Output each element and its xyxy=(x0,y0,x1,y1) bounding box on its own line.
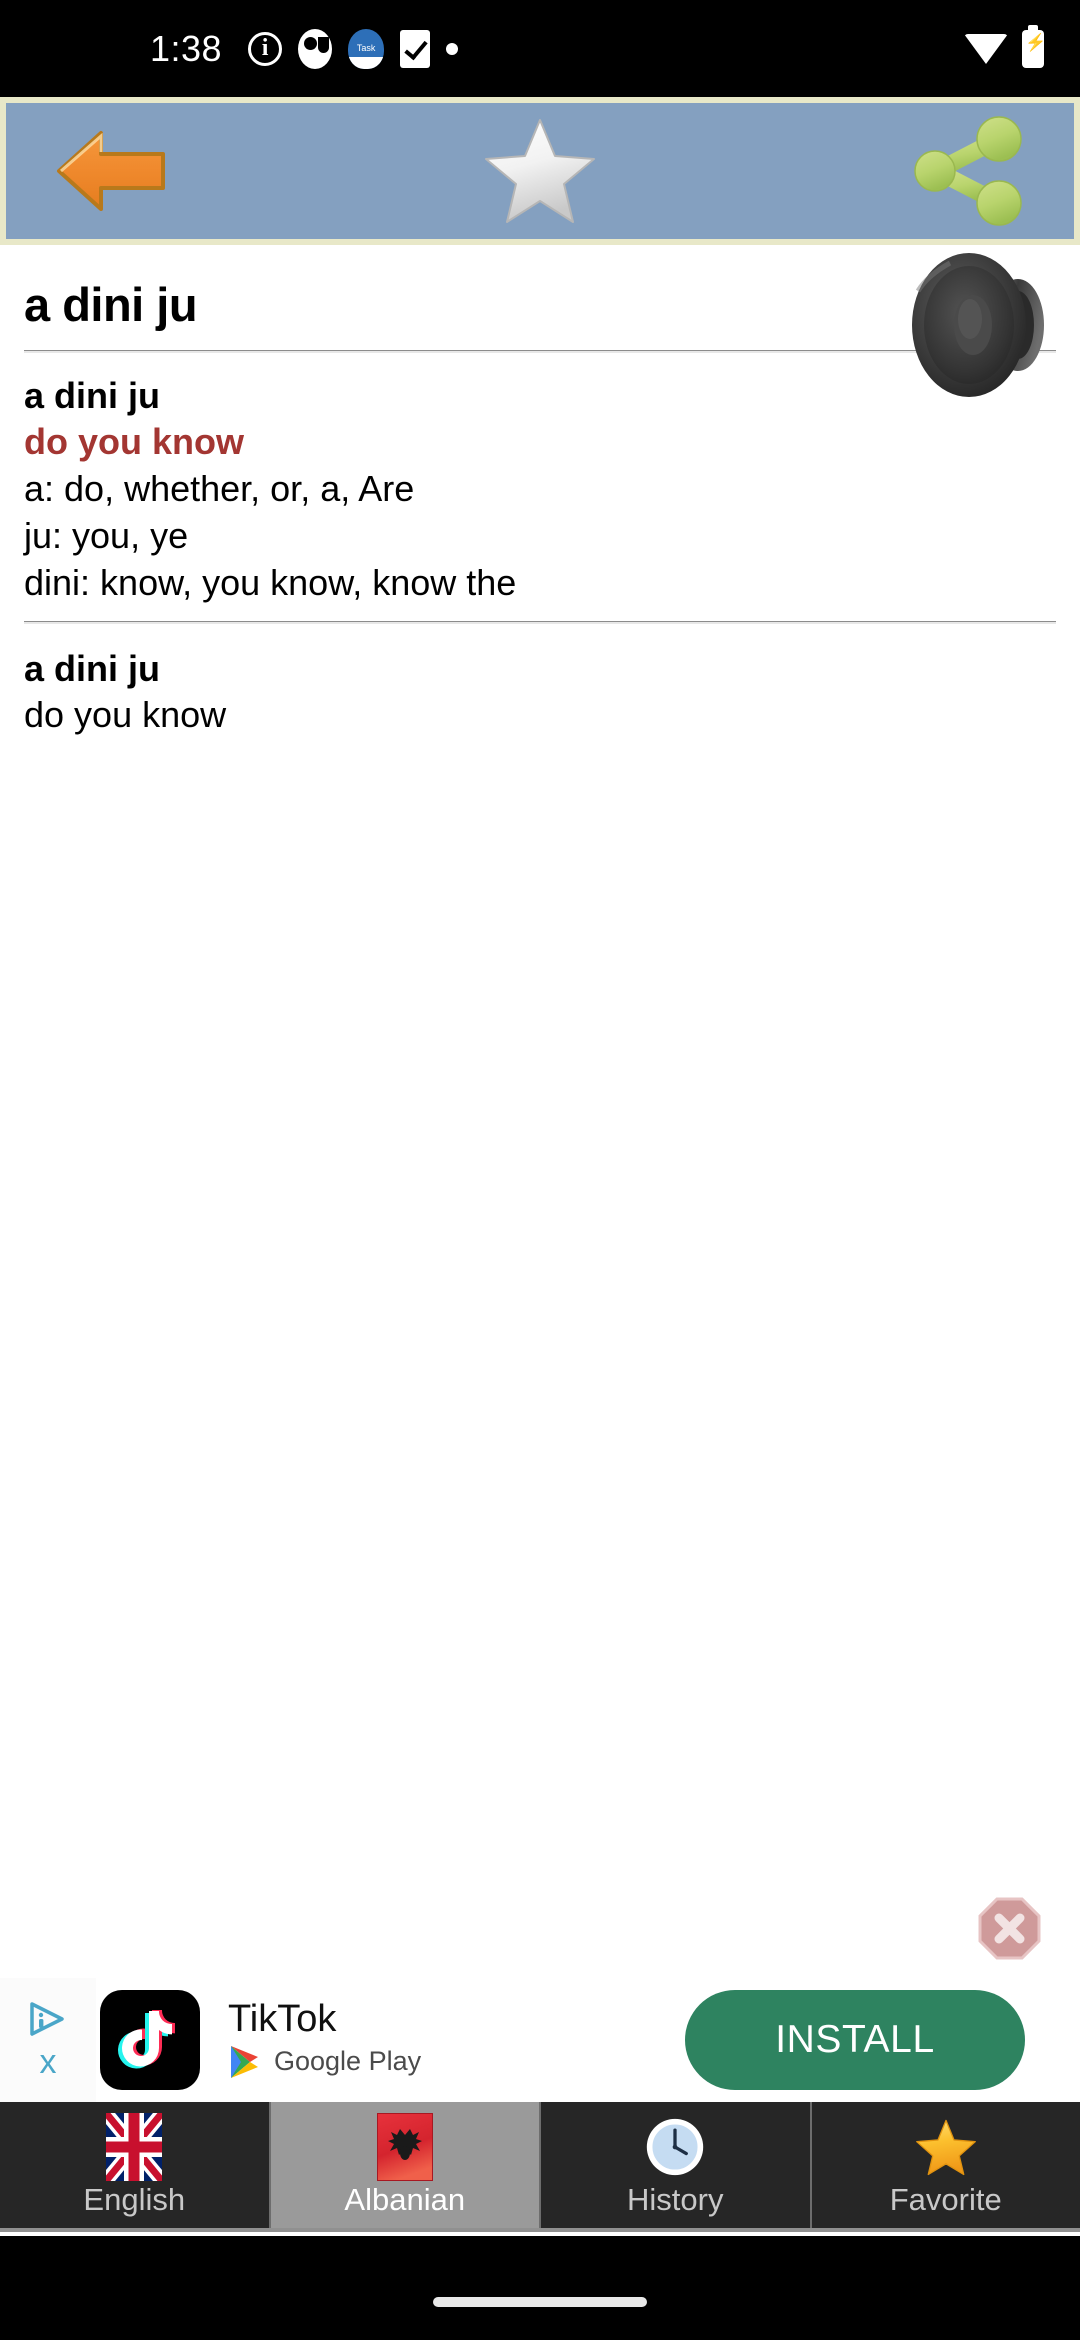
bottom-navigation: English Albanian History Favorite xyxy=(0,2102,1080,2232)
star-icon xyxy=(915,2116,977,2178)
nav-tab-history[interactable]: History xyxy=(541,2102,812,2228)
status-bar: 1:38 i Task xyxy=(0,0,1080,97)
checklist-icon xyxy=(400,29,431,68)
ad-store-row: Google Play xyxy=(228,2044,421,2080)
definition-breakdown-line: dini: know, you know, know the xyxy=(24,561,517,603)
ad-app-name: TikTok xyxy=(228,1998,337,2041)
nav-label-english: English xyxy=(83,2181,186,2217)
app-toolbar xyxy=(0,97,1080,245)
nav-label-history: History xyxy=(627,2181,724,2217)
favorite-toggle-button[interactable] xyxy=(216,103,864,239)
nav-label-favorite: Favorite xyxy=(889,2181,1002,2217)
info-icon: i xyxy=(248,31,283,66)
ad-dismiss-icon[interactable]: x xyxy=(40,2045,57,2079)
nav-tab-albanian[interactable]: Albanian xyxy=(270,2102,541,2228)
back-button[interactable] xyxy=(6,103,216,239)
example-block: a dini ju do you know xyxy=(0,624,1080,740)
share-icon xyxy=(909,115,1029,227)
app-badge-icon: Task xyxy=(348,28,385,69)
example-term: a dini ju xyxy=(24,647,161,689)
system-gesture-bar xyxy=(0,2236,1080,2340)
battery-charging-icon xyxy=(1022,24,1046,68)
entry-content: a dini ju a dini ju do you know a: do, w… xyxy=(0,251,1080,1891)
uk-flag-icon xyxy=(103,2112,165,2181)
star-icon xyxy=(481,115,599,227)
ad-store-name: Google Play xyxy=(274,2046,422,2077)
nav-label-albanian: Albanian xyxy=(344,2181,466,2217)
gesture-handle[interactable] xyxy=(433,2297,647,2307)
ad-text-group: TikTok Google Play xyxy=(228,1998,421,2080)
wifi-icon xyxy=(964,33,1008,64)
tiktok-app-icon xyxy=(100,1990,200,2090)
speaker-icon xyxy=(912,253,1044,397)
adchoices-icon[interactable] xyxy=(28,2001,68,2037)
pronounce-button[interactable] xyxy=(898,245,1058,405)
notification-blob-icon xyxy=(298,28,333,69)
dot-icon xyxy=(446,42,459,55)
example-translation: do you know xyxy=(24,694,227,736)
clock-icon xyxy=(644,2116,706,2178)
definition-breakdown-line: ju: you, ye xyxy=(24,515,189,557)
close-icon xyxy=(978,1897,1041,1960)
definition-breakdown-line: a: do, whether, or, a, Are xyxy=(24,468,415,510)
entry-header: a dini ju xyxy=(0,251,1080,397)
share-button[interactable] xyxy=(864,103,1074,239)
nav-tab-english[interactable]: English xyxy=(0,2102,271,2228)
status-bar-notification-icons: i Task xyxy=(248,28,459,69)
ad-banner[interactable]: x TikTok Google Play INSTALL xyxy=(0,1978,1080,2102)
google-play-icon xyxy=(228,2044,262,2080)
status-bar-clock: 1:38 xyxy=(150,27,223,69)
ad-close-button[interactable] xyxy=(978,1897,1041,1960)
nav-tab-favorite[interactable]: Favorite xyxy=(811,2102,1080,2228)
ad-install-button[interactable]: INSTALL xyxy=(685,1990,1025,2090)
status-bar-system-icons xyxy=(964,24,1046,68)
back-arrow-icon xyxy=(55,123,167,219)
albania-flag-icon xyxy=(374,2112,436,2181)
ad-attribution-rail: x xyxy=(0,1978,96,2102)
definition-translation: do you know xyxy=(24,421,244,463)
